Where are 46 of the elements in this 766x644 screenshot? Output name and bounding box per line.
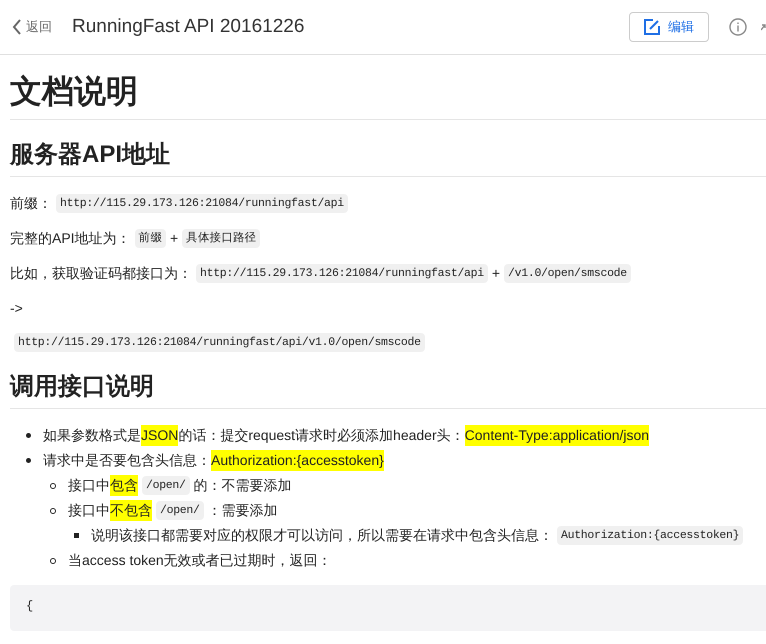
inline-code: /open/: [156, 501, 204, 520]
text: 接口中: [68, 501, 110, 520]
bullet-icon: [26, 458, 31, 464]
inline-code: http://115.29.173.126:21084/runningfast/api/v1.0/open/smscode: [14, 333, 425, 352]
inline-code: /open/: [142, 476, 190, 496]
section-heading: 调用接口说明: [10, 372, 155, 402]
text: 如果参数格式是: [43, 426, 141, 446]
back-button[interactable]: 返回: [12, 17, 52, 37]
bullet-icon: [50, 558, 56, 564]
inline-code: Authorization:{accesstoken}: [557, 526, 744, 546]
bullet-icon: [50, 482, 56, 489]
text: +: [492, 264, 500, 283]
share-icon[interactable]: [761, 22, 766, 32]
section-heading: 服务器API地址: [10, 140, 172, 170]
highlight: Authorization:{accesstoken}: [211, 450, 384, 472]
highlight: 包含: [110, 475, 138, 496]
text: 前缀：: [10, 194, 52, 213]
inline-code: 具体接口路径: [182, 228, 260, 248]
text: 的：不需要添加: [194, 476, 292, 496]
inline-code: 前缀: [134, 228, 166, 248]
bullet-icon: [74, 533, 79, 538]
edit-icon: [644, 19, 660, 35]
text: 接口中: [68, 476, 110, 496]
text: 请求中是否要包含头信息：: [43, 451, 211, 470]
highlight: Content-Type:application/json: [464, 425, 650, 446]
text: 的话：提交request请求时必须添加header头：: [178, 426, 465, 446]
text: +: [170, 229, 178, 248]
bullet-icon: [26, 433, 31, 438]
document-title: 文档说明: [10, 72, 139, 111]
info-icon[interactable]: [729, 18, 747, 36]
inline-code: http://115.29.173.126:21084/runningfast/api: [196, 264, 488, 284]
text: ->: [10, 299, 23, 318]
text: ：需要添加: [208, 501, 278, 520]
text: 比如，获取验证码都接口为：: [10, 264, 192, 283]
chevron-left-icon: [12, 19, 22, 35]
highlight: 不包含: [110, 500, 152, 522]
inline-code: http://115.29.173.126:21084/runningfast/api: [56, 194, 348, 214]
bullet-icon: [50, 508, 56, 514]
edit-button[interactable]: 编辑: [629, 12, 709, 42]
text: 说明该接口都需要对应的权限才可以访问，所以需要在请求中包含头信息：: [91, 526, 553, 546]
inline-code: /v1.0/open/smscode: [504, 264, 631, 284]
page-title: RunningFast API 20161226: [72, 14, 304, 39]
code-line: {: [26, 598, 34, 616]
highlight: JSON: [141, 425, 178, 446]
text: 完整的API地址为：: [10, 229, 131, 248]
text: 当access token无效或者已过期时，返回：: [68, 551, 332, 570]
